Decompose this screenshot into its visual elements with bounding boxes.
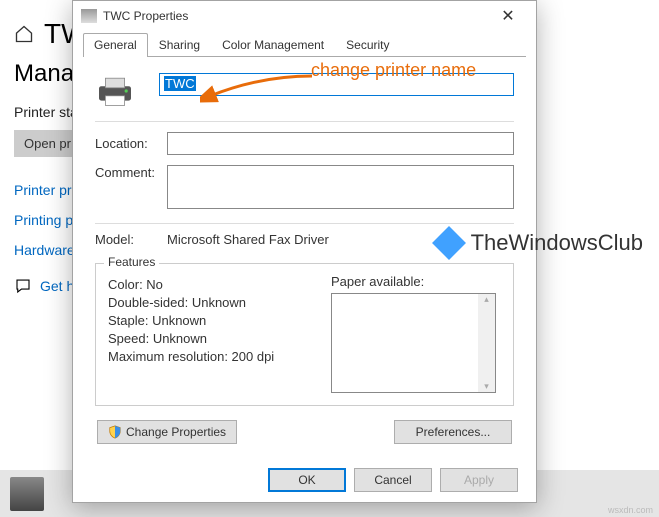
- listbox-scrollbar[interactable]: ▴▾: [478, 294, 495, 392]
- source-tag: wsxdn.com: [608, 505, 653, 515]
- change-properties-button[interactable]: Change Properties: [97, 420, 237, 444]
- paper-available-label: Paper available:: [331, 274, 501, 289]
- preferences-button[interactable]: Preferences...: [394, 420, 512, 444]
- ok-button[interactable]: OK: [268, 468, 346, 492]
- feature-color: Color: No: [108, 277, 319, 292]
- tab-sharing[interactable]: Sharing: [148, 33, 211, 57]
- open-print-queue-button[interactable]: Open pr: [14, 130, 81, 157]
- comment-input[interactable]: [167, 165, 514, 209]
- printer-icon: [95, 75, 135, 107]
- model-value: Microsoft Shared Fax Driver: [167, 232, 329, 247]
- cancel-button[interactable]: Cancel: [354, 468, 432, 492]
- change-properties-label: Change Properties: [126, 425, 226, 439]
- tab-color-management[interactable]: Color Management: [211, 33, 335, 57]
- home-icon: [14, 24, 34, 44]
- feature-max-resolution: Maximum resolution: 200 dpi: [108, 349, 319, 364]
- feedback-icon: [14, 277, 32, 295]
- titlebar-printer-icon: [81, 9, 97, 23]
- tab-general[interactable]: General: [83, 33, 148, 57]
- paper-available-listbox[interactable]: ▴▾: [331, 293, 496, 393]
- model-label: Model:: [95, 232, 167, 247]
- feature-staple: Staple: Unknown: [108, 313, 319, 328]
- tab-strip: General Sharing Color Management Securit…: [73, 31, 536, 57]
- tab-security[interactable]: Security: [335, 33, 400, 57]
- comment-label: Comment:: [95, 165, 167, 180]
- features-legend: Features: [104, 255, 159, 269]
- link-get-help[interactable]: Get h: [40, 278, 74, 294]
- printer-name-value: TWC: [164, 76, 196, 91]
- apply-button[interactable]: Apply: [440, 468, 518, 492]
- location-label: Location:: [95, 136, 167, 151]
- features-group: Features Color: No Double-sided: Unknown…: [95, 263, 514, 406]
- feature-double-sided: Double-sided: Unknown: [108, 295, 319, 310]
- shield-icon: [108, 425, 122, 439]
- annotation-text: change printer name: [311, 60, 476, 81]
- close-button[interactable]: ✕: [488, 6, 528, 26]
- feature-speed: Speed: Unknown: [108, 331, 319, 346]
- dialog-title: TWC Properties: [103, 9, 488, 23]
- location-input[interactable]: [167, 132, 514, 155]
- taskbar-printer-icon[interactable]: [10, 477, 44, 511]
